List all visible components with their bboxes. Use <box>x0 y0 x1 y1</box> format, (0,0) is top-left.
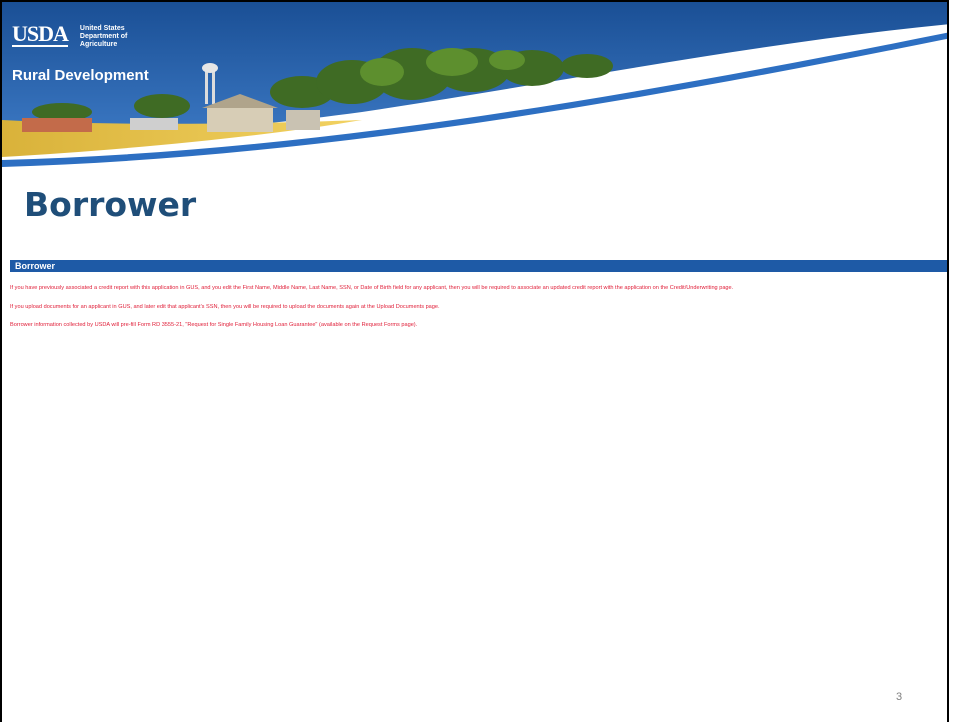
department-name: United States Department of Agriculture <box>80 25 150 49</box>
agency-name: Rural Development <box>12 67 149 84</box>
department-line: Agriculture <box>79 41 118 48</box>
department-line: United States <box>79 25 125 32</box>
usda-logo: USDA United States Department of Agricul… <box>12 21 150 49</box>
notice-credit-report: If you have previously associated a cred… <box>10 285 734 291</box>
notice-upload-documents: If you upload documents for an applicant… <box>10 304 440 310</box>
notice-form-prefill: Borrower information collected by USDA w… <box>10 322 418 328</box>
page-title: Borrower <box>24 185 197 224</box>
header-banner: USDA United States Department of Agricul… <box>2 2 947 177</box>
slide: USDA United States Department of Agricul… <box>0 0 949 722</box>
department-line: Department of <box>79 33 128 40</box>
slide-number: 3 <box>896 691 903 703</box>
usda-wordmark: USDA <box>12 21 69 47</box>
section-header-bar: Borrower <box>10 260 947 272</box>
